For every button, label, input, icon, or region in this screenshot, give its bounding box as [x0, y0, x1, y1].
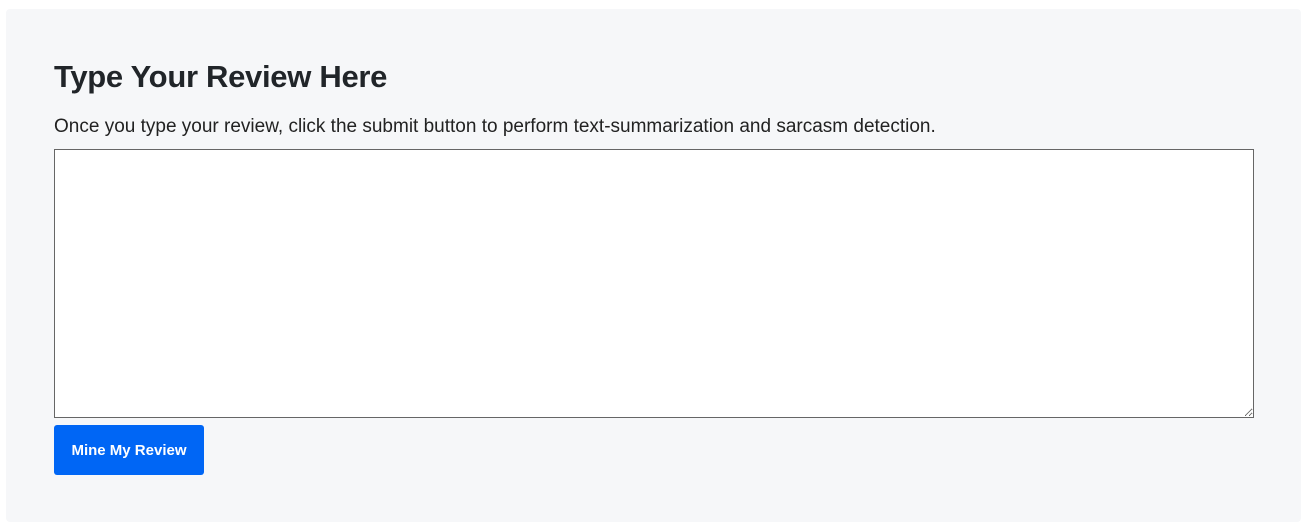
- review-panel: Type Your Review Here Once you type your…: [6, 9, 1301, 522]
- mine-review-button[interactable]: Mine My Review: [54, 425, 204, 475]
- instructions-text: Once you type your review, click the sub…: [54, 116, 936, 137]
- page-title: Type Your Review Here: [54, 59, 388, 94]
- review-textarea[interactable]: [54, 149, 1254, 418]
